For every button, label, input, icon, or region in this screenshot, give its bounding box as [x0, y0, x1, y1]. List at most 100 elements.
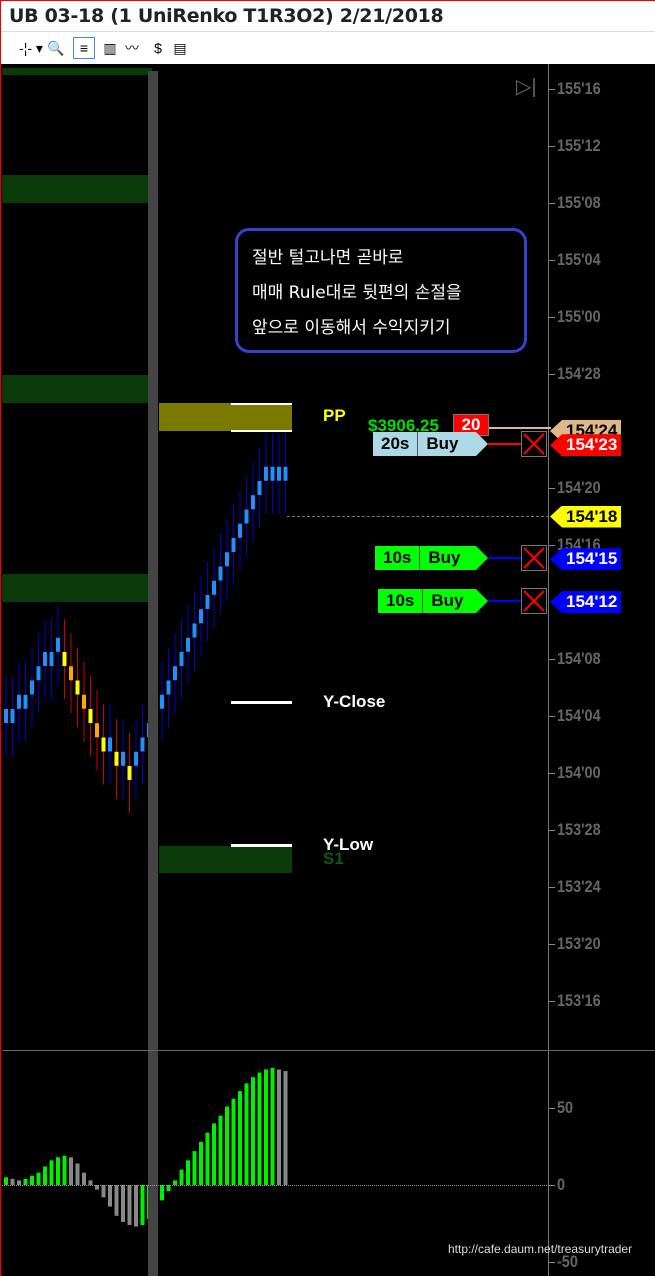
- price-bar: [101, 737, 106, 752]
- price-axis-label: 153'28: [557, 820, 601, 839]
- properties-icon[interactable]: ▤: [169, 37, 191, 59]
- price-axis-label: 154'04: [557, 706, 601, 725]
- price-axis-label: 154'08: [557, 649, 601, 668]
- annotation-box: 절반 털고나면 곧바로 매매 Rule대로 뒷편의 손절을 앞으로 이동해서 수…: [235, 228, 527, 353]
- oscillator-bar: [212, 1123, 216, 1185]
- cancel-order-icon[interactable]: [521, 431, 547, 457]
- oscillator-bar: [140, 1185, 145, 1226]
- price-bar: [114, 751, 119, 766]
- price-bar: [166, 680, 171, 695]
- price-bar: [238, 523, 242, 538]
- axis-tick: [549, 944, 555, 945]
- indicators-icon[interactable]: 〰: [121, 37, 143, 59]
- price-bar: [186, 637, 190, 652]
- price-bar: [134, 751, 138, 766]
- oscillator-bar: [36, 1172, 41, 1185]
- price-bar: [49, 652, 54, 666]
- order-line: [488, 600, 521, 602]
- price-bar: [36, 666, 41, 681]
- chart-window: UB 03-18 (1 UniRenko T1R3O2) 2/21/2018 -…: [0, 0, 655, 1276]
- axis-tick: [549, 830, 555, 831]
- zoom-icon[interactable]: 🔍: [45, 37, 67, 59]
- annotation-line: 앞으로 이동해서 수익지키기: [252, 318, 451, 338]
- order-name: Buy S2: [426, 434, 459, 477]
- price-bar: [69, 666, 73, 681]
- oscillator-bar: [205, 1132, 210, 1185]
- axis-tick: [549, 1185, 555, 1186]
- price-bar: [75, 680, 80, 695]
- price-bar: [277, 466, 281, 481]
- order-label[interactable]: 20s Buy S2: [373, 432, 488, 456]
- price-marker: 154'15: [550, 548, 622, 571]
- price-bar: [173, 666, 177, 681]
- oscillator-bar: [277, 1069, 281, 1185]
- oscillator-bar: [251, 1077, 255, 1185]
- oscillator-bar: [62, 1155, 67, 1185]
- chart-area[interactable]: PP S1 Y-Close Y-Low ▷| 절반 털고나면 곧바로 매매 Ru…: [2, 64, 655, 1276]
- cancel-order-icon[interactable]: [521, 588, 547, 614]
- scroll-end-icon[interactable]: ▷|: [516, 74, 537, 99]
- title-bar: UB 03-18 (1 UniRenko T1R3O2) 2/21/2018: [1, 0, 655, 33]
- axis-tick: [549, 1262, 555, 1263]
- oscillator-bar: [160, 1185, 164, 1201]
- oscillator-bar: [75, 1163, 80, 1185]
- order-line: [488, 557, 521, 559]
- oscillator-bar: [134, 1185, 138, 1227]
- price-bar: [244, 509, 249, 524]
- price-bar: [257, 481, 262, 495]
- axis-tick: [549, 716, 555, 717]
- price-bar: [88, 709, 93, 723]
- bar-style-icon[interactable]: ▥: [99, 37, 121, 59]
- chart-trader-icon[interactable]: ≡: [73, 37, 95, 59]
- price-bar: [95, 723, 99, 738]
- osc-axis-label: 50: [557, 1098, 574, 1117]
- oscillator-bar: [244, 1083, 249, 1185]
- price-bar: [251, 495, 255, 510]
- order-name: Buy T2: [428, 548, 461, 591]
- price-bar: [270, 466, 275, 481]
- price-bar: [127, 766, 132, 780]
- order-label[interactable]: 10s Buy T1: [378, 589, 488, 613]
- oscillator-bar: [69, 1157, 73, 1185]
- price-bar: [30, 680, 34, 695]
- oscillator-bar: [238, 1091, 242, 1185]
- cancel-order-icon[interactable]: [521, 545, 547, 571]
- order-label[interactable]: 10s Buy T2: [375, 546, 488, 570]
- price-bar: [264, 466, 268, 481]
- price-axis-label: 155'12: [557, 136, 601, 155]
- oscillator-bar: [114, 1185, 119, 1216]
- price-marker: 154'18: [550, 505, 622, 528]
- oscillator-bar: [199, 1141, 203, 1185]
- oscillator-bar: [43, 1166, 47, 1185]
- annotation-line: 매매 Rule대로 뒷편의 손절을: [252, 283, 462, 303]
- price-bar: [43, 652, 47, 666]
- oscillator-bar: [30, 1175, 34, 1185]
- order-name: Buy T1: [431, 591, 464, 634]
- strategies-icon[interactable]: $: [147, 37, 169, 59]
- price-axis-line: [548, 64, 549, 1276]
- price-bar: [62, 652, 67, 666]
- axis-tick: [549, 545, 555, 546]
- oscillator-bar: [179, 1169, 184, 1185]
- price-marker: 154'23: [550, 434, 622, 457]
- oscillator-bar: [264, 1069, 268, 1185]
- session-separator: [148, 71, 158, 1276]
- price-bar: [82, 694, 86, 709]
- toolbar: -¦- ▾ 🔍 ≡ ▥ 〰 $ ▤: [1, 31, 655, 64]
- price-bar: [283, 466, 288, 481]
- price-axis-label: 155'00: [557, 307, 601, 326]
- axis-tick: [549, 260, 555, 261]
- price-bar: [212, 580, 216, 595]
- order-line: [488, 443, 521, 445]
- crosshair-icon[interactable]: -¦- ▾: [17, 37, 45, 59]
- price-bar: [4, 709, 8, 723]
- axis-tick: [549, 1001, 555, 1002]
- oscillator-bar: [283, 1071, 288, 1185]
- price-bar: [10, 709, 15, 723]
- oscillator-bar: [257, 1072, 262, 1185]
- axis-tick: [549, 1108, 555, 1109]
- window-title: UB 03-18 (1 UniRenko T1R3O2) 2/21/2018: [9, 5, 444, 27]
- oscillator-bar: [108, 1185, 112, 1207]
- oscillator-bar: [82, 1172, 86, 1185]
- price-axis-label: 154'28: [557, 364, 601, 383]
